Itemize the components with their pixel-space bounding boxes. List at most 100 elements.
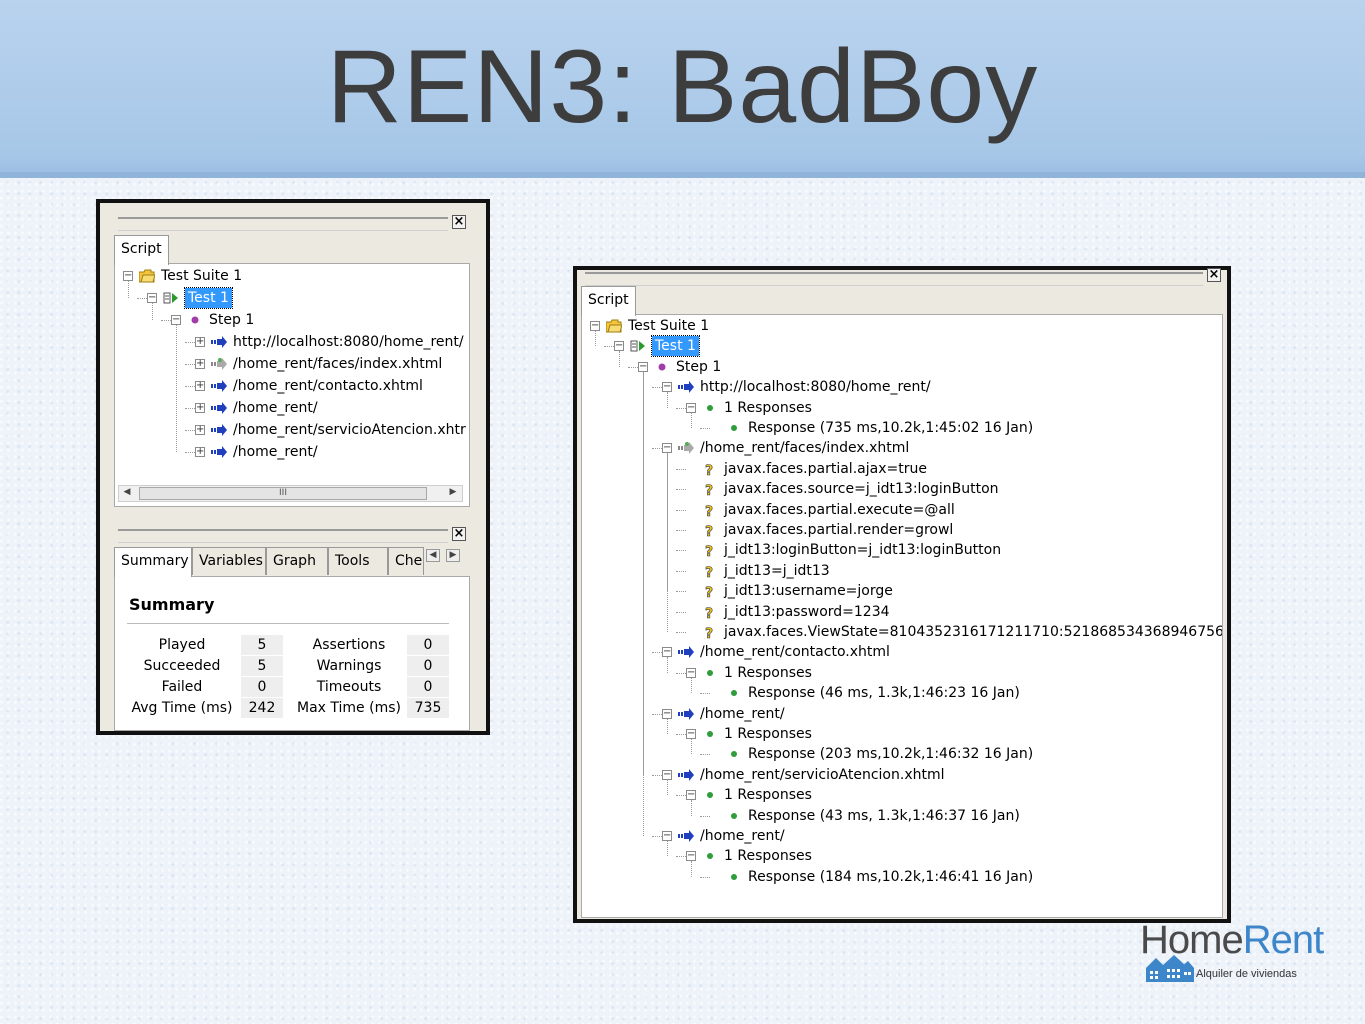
expand-icon[interactable]: +	[195, 337, 205, 347]
houses-icon	[1146, 955, 1194, 982]
tree-node-label: javax.faces.partial.ajax=true	[724, 460, 927, 477]
green-dot-icon	[702, 724, 720, 744]
param-question-icon: ?	[702, 459, 720, 479]
ajax-request-icon	[211, 354, 229, 374]
script-pane-titlebar[interactable]	[118, 217, 448, 231]
tree-connector	[185, 452, 195, 453]
tree-connector	[676, 407, 686, 409]
stat-label: Assertions	[312, 637, 386, 653]
expand-icon[interactable]: +	[195, 425, 205, 435]
collapse-icon[interactable]: −	[686, 402, 696, 413]
step-icon	[654, 357, 672, 377]
param-question-icon: ?	[702, 500, 720, 520]
tab-scroll-left-icon[interactable]: ◀	[426, 549, 440, 562]
collapse-icon[interactable]: −	[686, 790, 696, 801]
script-tabstrip: Script	[581, 286, 1223, 316]
tree-connector	[676, 672, 686, 674]
close-icon[interactable]: ×	[452, 527, 466, 541]
folder-icon	[606, 316, 624, 336]
tree-connector	[652, 713, 662, 715]
collapse-icon[interactable]: −	[662, 443, 672, 454]
tree-connector	[595, 331, 596, 347]
collapse-icon[interactable]: −	[147, 293, 157, 303]
expand-icon[interactable]: +	[195, 403, 205, 413]
expand-icon[interactable]: +	[195, 381, 205, 391]
close-icon[interactable]: ×	[1207, 268, 1221, 282]
request-arrow-icon	[678, 826, 696, 846]
expand-icon[interactable]: +	[195, 447, 205, 457]
tree-connector	[676, 734, 686, 735]
tree-node-label: j_idt13:loginButton=j_idt13:loginButton	[724, 542, 1002, 559]
tab-graph[interactable]: Graph	[266, 547, 328, 575]
left-badboy-window: × Script − Test Suite 1− Test 1− Step 1 + htt…	[96, 199, 490, 735]
tree-connector	[676, 489, 686, 491]
tree-node-label: Response (43 ms, 1.3k,1:46:37 16 Jan)	[748, 807, 1020, 824]
request-arrow-icon	[678, 377, 696, 397]
tree-connector	[691, 739, 692, 755]
tree-connector	[691, 861, 692, 877]
tab-script[interactable]: Script	[114, 235, 169, 265]
stat-label: Avg Time (ms)	[131, 700, 233, 716]
script-pane-titlebar[interactable]	[585, 272, 1203, 286]
collapse-icon[interactable]: −	[123, 271, 133, 281]
svg-text:?: ?	[705, 585, 713, 598]
summary-divider	[127, 623, 449, 624]
collapse-icon[interactable]: −	[662, 647, 672, 658]
tab-che[interactable]: Che	[388, 547, 424, 575]
svg-text:?: ?	[705, 483, 713, 496]
collapse-icon[interactable]: −	[614, 341, 624, 352]
collapse-icon[interactable]: −	[638, 361, 648, 372]
collapse-icon[interactable]: −	[686, 851, 696, 862]
scrollbar-thumb[interactable]: III	[139, 487, 427, 500]
svg-text:?: ?	[705, 524, 713, 537]
tab-variables[interactable]: Variables	[192, 547, 266, 575]
summary-pane-titlebar[interactable]	[118, 529, 448, 543]
collapse-icon[interactable]: −	[171, 315, 181, 325]
close-icon[interactable]: ×	[452, 215, 466, 229]
scroll-right-icon[interactable]: ▶	[446, 487, 460, 500]
collapse-icon[interactable]: −	[662, 382, 672, 393]
tree-connector	[185, 408, 195, 409]
tree-connector	[152, 303, 153, 320]
tab-tools[interactable]: Tools	[328, 547, 388, 575]
tree-node-label: http://localhost:8080/home_rent/	[233, 334, 464, 350]
expand-icon[interactable]: +	[195, 359, 205, 369]
tab-script[interactable]: Script	[581, 286, 636, 316]
tree-node-label: javax.faces.source=j_idt13:loginButton	[724, 481, 999, 498]
collapse-icon[interactable]: −	[686, 667, 696, 678]
tab-scroll-right-icon[interactable]: ▶	[446, 549, 460, 562]
green-dot-icon	[702, 663, 720, 683]
stat-value: 0	[241, 677, 283, 697]
scroll-left-icon[interactable]: ◀	[120, 487, 134, 500]
tree-connector	[676, 591, 686, 593]
svg-text:?: ?	[705, 626, 713, 639]
summary-tabstrip: Summary Variables Graph Tools Che	[114, 547, 470, 577]
tree-node-label: j_idt13:username=jorge	[724, 583, 893, 600]
horizontal-scrollbar[interactable]: ◀ III ▶	[118, 485, 463, 502]
collapse-icon[interactable]: −	[662, 708, 672, 719]
slide-title: REN3: BadBoy	[326, 29, 1039, 145]
stat-value: 0	[407, 656, 449, 676]
collapse-icon[interactable]: −	[590, 321, 600, 331]
tab-summary[interactable]: Summary	[114, 547, 192, 577]
tree-node-label: j_idt13=j_idt13	[724, 562, 830, 579]
tree-connector	[691, 677, 692, 694]
script-tabstrip: Script	[114, 235, 470, 265]
tree-connector	[667, 779, 668, 796]
collapse-icon[interactable]: −	[662, 769, 672, 780]
param-question-icon: ?	[702, 581, 720, 601]
param-question-icon: ?	[702, 561, 720, 581]
collapse-icon[interactable]: −	[686, 729, 696, 739]
stat-label: Succeeded	[143, 658, 221, 674]
svg-text:?: ?	[705, 463, 713, 476]
svg-text:?: ?	[705, 544, 713, 557]
request-arrow-icon	[211, 376, 229, 396]
request-arrow-icon	[211, 442, 229, 462]
tree-node-label: /home_rent/	[233, 400, 318, 416]
tree-node-label: http://localhost:8080/home_rent/	[700, 379, 931, 396]
collapse-icon[interactable]: −	[662, 831, 672, 841]
tree-connector	[691, 412, 692, 428]
tree-connector	[676, 632, 686, 633]
tree-connector	[652, 836, 662, 837]
tree-node-label: 1 Responses	[724, 399, 812, 416]
